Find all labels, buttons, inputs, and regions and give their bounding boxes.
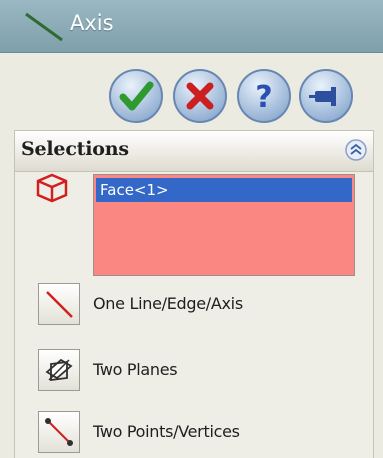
svg-text:?: ? bbox=[255, 80, 272, 115]
option-label: One Line/Edge/Axis bbox=[93, 294, 243, 313]
axis-icon bbox=[25, 12, 63, 42]
two-points-icon bbox=[38, 411, 80, 453]
selections-title: Selections bbox=[21, 138, 129, 160]
ok-button[interactable] bbox=[107, 67, 165, 125]
help-button[interactable]: ? bbox=[235, 67, 293, 125]
selection-list[interactable]: Face<1> bbox=[93, 174, 355, 276]
option-label: Two Points/Vertices bbox=[93, 422, 240, 441]
cancel-button[interactable] bbox=[171, 67, 229, 125]
list-item[interactable]: Face<1> bbox=[96, 178, 352, 202]
selections-header[interactable]: Selections bbox=[15, 131, 373, 172]
option-one-line-edge-axis[interactable]: One Line/Edge/Axis bbox=[38, 283, 358, 327]
x-icon bbox=[173, 69, 227, 123]
pushpin-icon bbox=[299, 69, 353, 123]
option-two-planes[interactable]: Two Planes bbox=[38, 349, 358, 393]
pushpin-button[interactable] bbox=[297, 67, 355, 125]
two-planes-icon bbox=[38, 349, 80, 391]
checkmark-icon bbox=[109, 69, 163, 123]
option-label: Two Planes bbox=[93, 360, 178, 379]
action-buttons: ? bbox=[0, 55, 383, 130]
title-bar: Axis bbox=[0, 0, 383, 53]
selections-panel: Selections Face<1> One Line/Edge/Axis Tw… bbox=[14, 130, 374, 458]
line-edge-axis-icon bbox=[38, 283, 80, 325]
face-selection-icon bbox=[36, 173, 68, 203]
double-chevron-up-icon[interactable] bbox=[345, 139, 367, 161]
question-icon: ? bbox=[237, 69, 291, 123]
option-two-points-vertices[interactable]: Two Points/Vertices bbox=[38, 411, 358, 455]
window-title: Axis bbox=[70, 11, 114, 35]
